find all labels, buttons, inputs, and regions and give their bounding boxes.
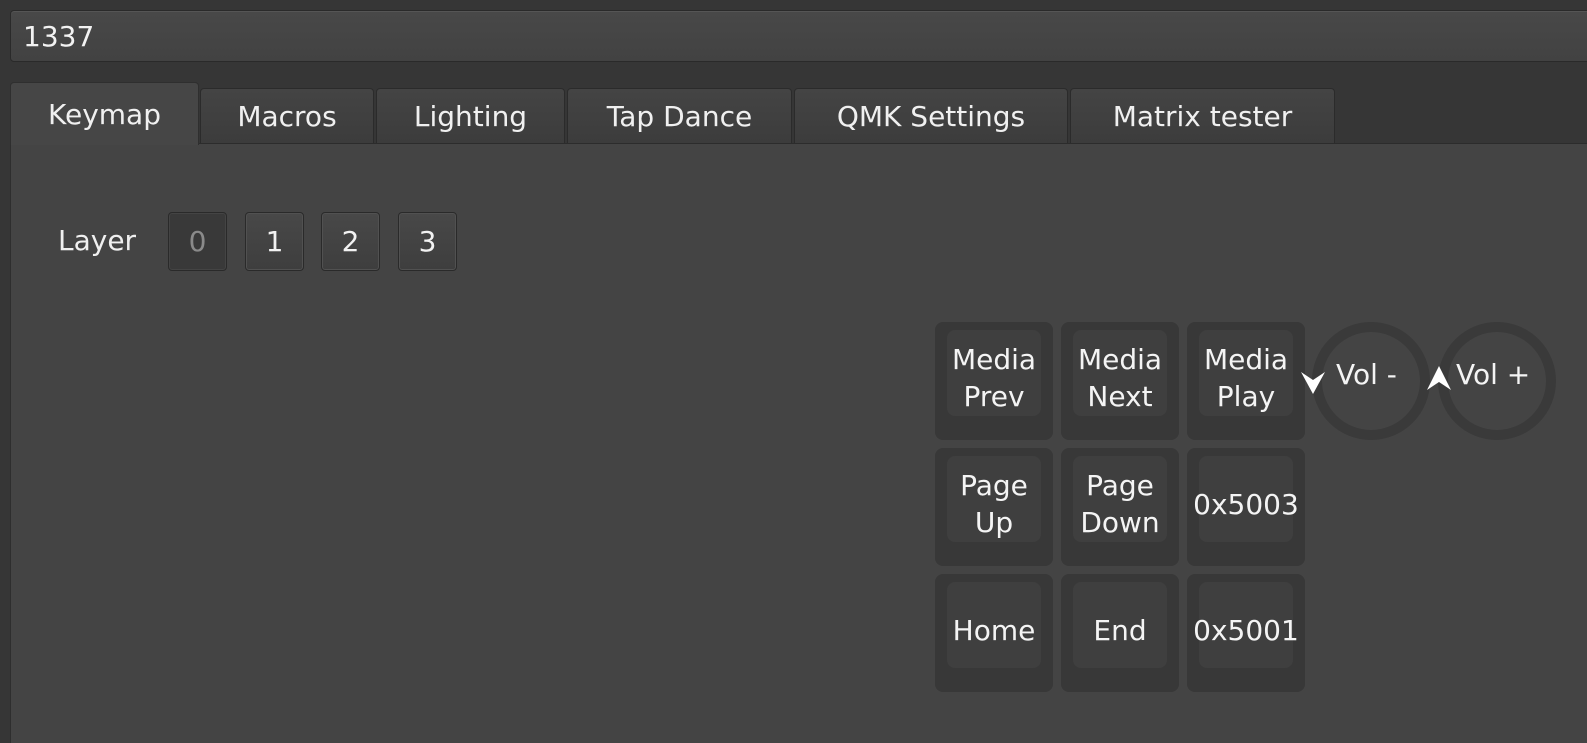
layer-button-1[interactable]: 1	[245, 212, 304, 271]
tab-label: Keymap	[48, 97, 161, 131]
key-label: Media Play	[1203, 343, 1289, 413]
encoder-cw-label: Vol +	[1456, 358, 1531, 391]
key-page-down[interactable]: Page Down	[1061, 448, 1179, 566]
tab-matrix-tester[interactable]: Matrix tester	[1070, 88, 1335, 144]
layer-button-label: 3	[418, 225, 437, 258]
key-label: Home	[952, 613, 1036, 647]
tab-qmk-settings[interactable]: QMK Settings	[794, 88, 1068, 144]
layer-button-0[interactable]: 0	[168, 212, 227, 271]
key-page-up[interactable]: Page Up	[935, 448, 1053, 566]
key-label: Page Down	[1080, 469, 1160, 539]
keyboard-selector-value: 1337	[23, 20, 95, 53]
tab-label: Tap Dance	[606, 100, 753, 133]
keyboard-selector[interactable]: 1337	[10, 10, 1587, 62]
key-0x5001[interactable]: 0x5001	[1187, 574, 1305, 692]
key-label: 0x5003	[1193, 487, 1299, 521]
key-home[interactable]: Home	[935, 574, 1053, 692]
key-0x5003[interactable]: 0x5003	[1187, 448, 1305, 566]
encoder-ccw-label: Vol -	[1336, 358, 1397, 391]
tab-macros[interactable]: Macros	[200, 88, 374, 144]
layer-button-label: 0	[188, 225, 207, 258]
tab-label: QMK Settings	[836, 100, 1026, 133]
layer-button-3[interactable]: 3	[398, 212, 457, 271]
key-end[interactable]: End	[1061, 574, 1179, 692]
key-label: Page Up	[960, 469, 1028, 539]
layer-button-label: 1	[265, 225, 284, 258]
tab-label: Macros	[237, 100, 337, 133]
key-label: Media Next	[1077, 343, 1163, 413]
chevron-up-icon	[1427, 366, 1451, 390]
layer-button-label: 2	[341, 225, 360, 258]
layer-button-2[interactable]: 2	[321, 212, 380, 271]
key-label: Media Prev	[951, 343, 1037, 413]
key-media-prev[interactable]: Media Prev	[935, 322, 1053, 440]
tab-label: Matrix tester	[1112, 100, 1293, 133]
chevron-down-icon	[1301, 372, 1325, 394]
tab-lighting[interactable]: Lighting	[376, 88, 565, 144]
key-media-play[interactable]: Media Play	[1187, 322, 1305, 440]
layer-label: Layer	[58, 224, 137, 257]
tab-keymap[interactable]: Keymap	[10, 82, 199, 145]
tab-bar: Keymap Macros Lighting Tap Dance QMK Set…	[0, 82, 1587, 145]
tab-label: Lighting	[413, 100, 528, 133]
key-label: 0x5001	[1193, 613, 1299, 647]
key-media-next[interactable]: Media Next	[1061, 322, 1179, 440]
key-label: End	[1093, 613, 1147, 647]
tab-tap-dance[interactable]: Tap Dance	[567, 88, 792, 144]
